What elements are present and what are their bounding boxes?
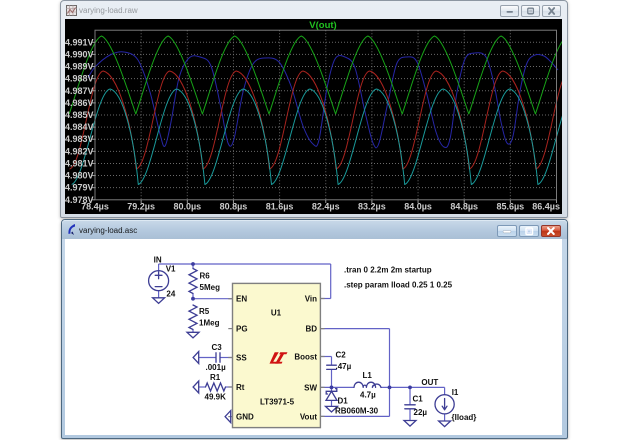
- svg-text:4.982V: 4.982V: [65, 146, 94, 156]
- svg-text:RB060M-30: RB060M-30: [335, 407, 379, 416]
- svg-text:85.6µs: 85.6µs: [496, 202, 524, 212]
- svg-text:D1: D1: [338, 397, 349, 406]
- svg-text:80.0µs: 80.0µs: [173, 202, 201, 212]
- svg-text:.47µ: .47µ: [336, 362, 352, 371]
- svg-text:4.986V: 4.986V: [65, 98, 94, 108]
- svg-text:GND: GND: [236, 413, 254, 422]
- svg-text:86.4µs: 86.4µs: [532, 202, 560, 212]
- svg-text:.001µ: .001µ: [206, 363, 227, 372]
- svg-text:4.987V: 4.987V: [65, 86, 94, 96]
- svg-text:Boost: Boost: [294, 353, 317, 362]
- svg-text:OUT: OUT: [421, 378, 438, 387]
- svg-text:4.989V: 4.989V: [65, 62, 94, 72]
- svg-text:IN: IN: [154, 256, 162, 265]
- svg-text:Rt: Rt: [236, 383, 245, 392]
- svg-text:{Iload}: {Iload}: [452, 413, 477, 422]
- svg-text:Vout: Vout: [300, 412, 318, 421]
- svg-text:4.981V: 4.981V: [65, 158, 94, 168]
- svg-text:R6: R6: [200, 272, 211, 281]
- svg-text:81.6µs: 81.6µs: [266, 202, 294, 212]
- svg-text:L1: L1: [363, 371, 373, 380]
- svg-text:84.8µs: 84.8µs: [450, 202, 478, 212]
- svg-text:78.4µs: 78.4µs: [81, 202, 109, 212]
- svg-text:1Meg: 1Meg: [199, 319, 220, 328]
- svg-text:I1: I1: [452, 388, 459, 397]
- svg-text:.step param Iload 0.25 1 0.25: .step param Iload 0.25 1 0.25: [344, 281, 453, 290]
- svg-text:.tran 0 2.2m 2m startup: .tran 0 2.2m 2m startup: [344, 266, 432, 275]
- svg-text:84.0µs: 84.0µs: [404, 202, 432, 212]
- svg-text:79.2µs: 79.2µs: [127, 202, 155, 212]
- svg-text:4.985V: 4.985V: [65, 110, 94, 120]
- svg-text:4.980V: 4.980V: [65, 171, 94, 181]
- svg-text:82.4µs: 82.4µs: [312, 202, 340, 212]
- svg-text:PG: PG: [236, 325, 248, 334]
- svg-text:4.991V: 4.991V: [65, 37, 94, 47]
- svg-text:Vin: Vin: [305, 295, 317, 304]
- svg-text:R5: R5: [199, 307, 210, 316]
- svg-text:EN: EN: [236, 295, 247, 304]
- svg-text:SS: SS: [236, 354, 247, 363]
- svg-text:80.8µs: 80.8µs: [220, 202, 248, 212]
- svg-text:4.983V: 4.983V: [65, 134, 94, 144]
- svg-text:4.990V: 4.990V: [65, 49, 94, 59]
- svg-text:24: 24: [166, 290, 175, 299]
- svg-text:V(out): V(out): [309, 20, 336, 31]
- svg-text:C3: C3: [212, 343, 223, 352]
- svg-text:BD: BD: [305, 325, 317, 334]
- svg-text:V1: V1: [166, 265, 176, 274]
- svg-text:22µ: 22µ: [414, 408, 428, 417]
- svg-text:83.2µs: 83.2µs: [358, 202, 386, 212]
- svg-text:4.984V: 4.984V: [65, 122, 94, 132]
- svg-text:U1: U1: [271, 309, 282, 318]
- svg-text:4.988V: 4.988V: [65, 74, 94, 84]
- svg-text:C2: C2: [336, 351, 347, 360]
- svg-text:SW: SW: [304, 383, 317, 392]
- svg-text:R1: R1: [210, 373, 221, 382]
- svg-text:LT3971-5: LT3971-5: [260, 398, 295, 407]
- svg-text:C1: C1: [413, 395, 424, 404]
- svg-text:4.979V: 4.979V: [65, 183, 94, 193]
- svg-text:49.9K: 49.9K: [205, 393, 227, 402]
- svg-text:5Meg: 5Meg: [200, 283, 221, 292]
- svg-text:4.7µ: 4.7µ: [360, 391, 376, 400]
